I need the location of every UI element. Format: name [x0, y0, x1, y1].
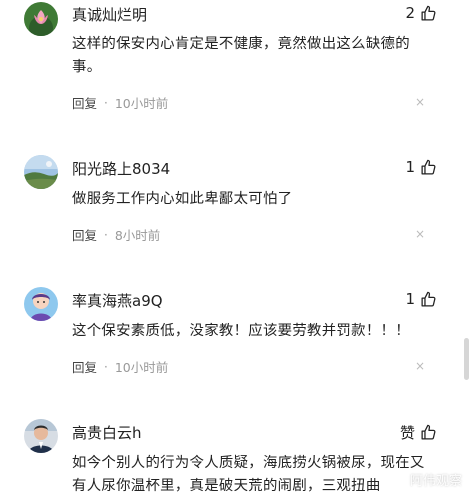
timestamp: 10小时前 — [114, 360, 169, 375]
like-count: 赞 — [399, 424, 415, 442]
scrollbar-thumb[interactable] — [464, 338, 469, 380]
like-count: 1 — [405, 290, 415, 308]
comment-text: 这样的保安内心肯定是不健康，竟然做出这么缺德的事。 — [72, 36, 410, 75]
comment-text: 做服务工作内心如此卑鄙太可怕了 — [72, 191, 293, 207]
like-count: 1 — [405, 158, 415, 176]
reply-button[interactable]: 回复 — [72, 357, 97, 376]
close-icon[interactable]: × — [415, 228, 425, 240]
avatar[interactable] — [24, 2, 58, 36]
like-button[interactable]: 2 — [405, 4, 437, 22]
thumbs-up-icon — [420, 159, 437, 176]
avatar[interactable] — [24, 287, 58, 321]
username[interactable]: 高贵白云h — [72, 422, 142, 443]
like-count: 2 — [405, 4, 415, 22]
avatar[interactable] — [24, 155, 58, 189]
separator-dot: · — [104, 95, 108, 110]
like-button[interactable]: 1 — [405, 290, 437, 308]
comment-meta: 回复 · 10小时前 — [72, 93, 168, 112]
watermark: 阿伟观察 — [409, 474, 462, 489]
thumbs-up-icon — [420, 5, 437, 22]
comment-meta: 回复 · 10小时前 — [72, 357, 168, 376]
timestamp: 10小时前 — [114, 96, 169, 111]
close-icon[interactable]: × — [415, 360, 425, 372]
username[interactable]: 阳光路上8034 — [72, 158, 170, 179]
separator-dot: · — [104, 227, 108, 242]
close-icon[interactable]: × — [415, 96, 425, 108]
timestamp: 8小时前 — [114, 228, 161, 243]
thumbs-up-icon — [420, 291, 437, 308]
comment-meta: 回复 · 8小时前 — [72, 225, 160, 244]
username[interactable]: 真诚灿烂明 — [72, 4, 147, 25]
thumbs-up-icon — [420, 424, 437, 441]
comment-text: 如今个别人的行为令人质疑，海底捞火锅被尿，现在又有人尿你温杯里，真是破天荒的闹剧… — [72, 455, 425, 494]
reply-button[interactable]: 回复 — [72, 93, 97, 112]
reply-button[interactable]: 回复 — [72, 225, 97, 244]
like-button[interactable]: 赞 — [400, 422, 437, 443]
separator-dot: · — [104, 359, 108, 374]
username[interactable]: 率真海燕a9Q — [72, 290, 163, 311]
avatar[interactable] — [24, 419, 58, 453]
comment-text: 这个保安素质低，没家教！应该要劳教并罚款！！！ — [72, 323, 410, 339]
like-button[interactable]: 1 — [405, 158, 437, 176]
scrollbar[interactable] — [461, 0, 470, 494]
